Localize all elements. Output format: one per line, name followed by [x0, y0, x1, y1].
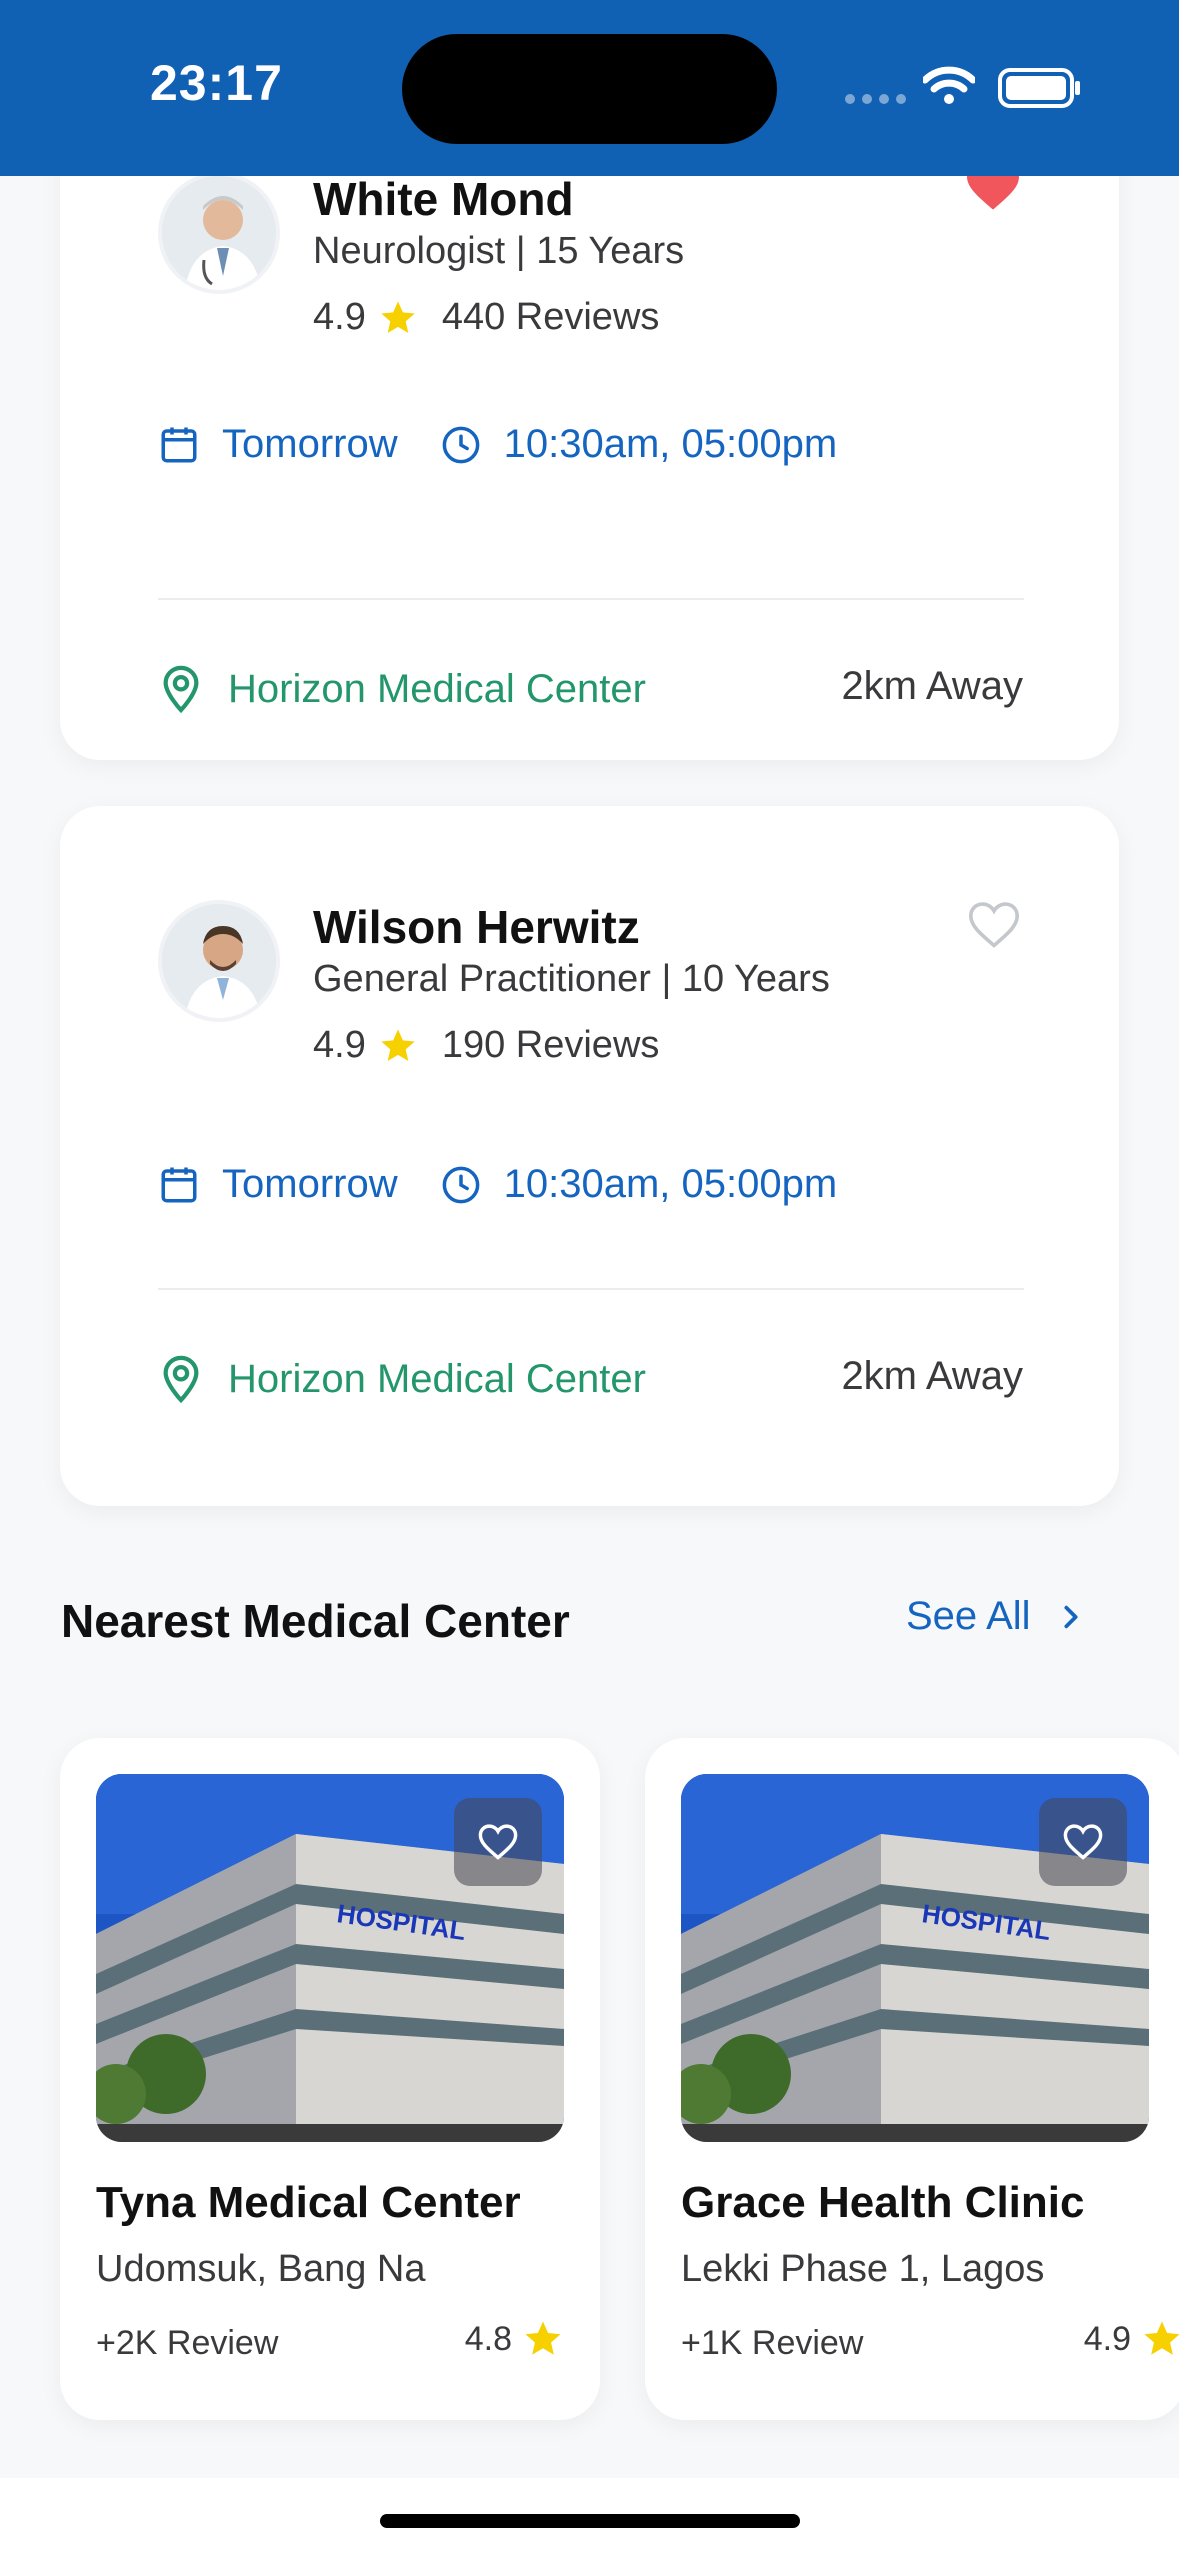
favorite-button[interactable] [1039, 1798, 1127, 1886]
medical-center-address: Udomsuk, Bang Na [96, 2248, 426, 2290]
schedule-day: Tomorrow [222, 422, 398, 466]
location-pin-icon [163, 1355, 199, 1404]
schedule-times: 10:30am, 05:00pm [503, 1162, 838, 1206]
doctor-card[interactable]: White Mond Neurologist | 15 Years 4.9 44… [60, 116, 1119, 760]
medical-center-rating: 4.9 [1084, 2318, 1179, 2360]
doctor-avatar [158, 172, 280, 294]
clock-icon [442, 426, 479, 463]
distance-label: 2km Away [841, 664, 1023, 708]
card-divider [158, 598, 1024, 600]
schedule-row: Tomorrow 10:30am, 05:00pm [158, 1162, 837, 1207]
review-count: 190 Reviews [441, 1024, 660, 1066]
cellular-signal-icon [845, 94, 906, 104]
location-name: Horizon Medical Center [228, 666, 646, 711]
medical-center-card[interactable]: HOSPITAL Grace Health Clinic Lekki Phase… [645, 1738, 1179, 2420]
location-pin-icon [163, 665, 199, 714]
heart-outline-icon[interactable] [965, 900, 1023, 950]
location-row: Horizon Medical Center [158, 664, 646, 714]
doctor-rating: 4.9 440 Reviews [313, 296, 659, 339]
star-icon [525, 2321, 561, 2355]
home-indicator[interactable] [380, 2514, 800, 2528]
medical-center-name: Tyna Medical Center [96, 2178, 521, 2227]
section-title: Nearest Medical Center [61, 1595, 570, 1647]
schedule-day: Tomorrow [222, 1162, 398, 1206]
medical-center-reviews: +2K Review [96, 2324, 279, 2362]
favorite-button[interactable] [454, 1798, 542, 1886]
distance-label: 2km Away [841, 1354, 1023, 1398]
medical-center-image: HOSPITAL [681, 1774, 1149, 2142]
location-name: Horizon Medical Center [228, 1356, 646, 1401]
medical-center-image: HOSPITAL [96, 1774, 564, 2142]
medical-center-card[interactable]: HOSPITAL Tyna Medical Center Udomsuk, Ba… [60, 1738, 600, 2420]
medical-center-reviews: +1K Review [681, 2324, 864, 2362]
card-divider [158, 1288, 1024, 1290]
calendar-icon [161, 1167, 197, 1202]
rating-value: 4.9 [313, 1024, 366, 1066]
doctor-rating: 4.9 190 Reviews [313, 1024, 659, 1067]
chevron-right-icon [1063, 1605, 1078, 1628]
doctor-specialty: Neurologist | 15 Years [313, 230, 685, 272]
doctor-name: White Mond [313, 173, 574, 225]
status-bar: 23:17 [0, 0, 1179, 176]
wifi-icon [923, 66, 975, 104]
rating-value: 4.9 [313, 296, 366, 338]
doctor-specialty: General Practitioner | 10 Years [313, 958, 830, 1000]
scroll-content[interactable]: White Mond Neurologist | 15 Years 4.9 44… [0, 116, 1179, 2556]
medical-center-rating: 4.8 [465, 2318, 564, 2360]
medical-center-name: Grace Health Clinic [681, 2178, 1085, 2227]
doctor-name: Wilson Herwitz [313, 901, 640, 953]
medical-center-address: Lekki Phase 1, Lagos [681, 2248, 1045, 2290]
heart-outline-icon [1063, 1824, 1103, 1860]
rating-value: 4.9 [1083, 2319, 1131, 2358]
schedule-row: Tomorrow 10:30am, 05:00pm [158, 422, 837, 467]
see-all-label: See All [906, 1594, 1031, 1638]
review-count: 440 Reviews [441, 296, 660, 338]
see-all-link[interactable]: See All [906, 1594, 1081, 1639]
location-row: Horizon Medical Center [158, 1354, 646, 1404]
status-time: 23:17 [150, 55, 283, 111]
doctor-avatar [158, 900, 280, 1022]
clock-icon [442, 1166, 479, 1203]
calendar-icon [161, 427, 197, 462]
battery-icon [998, 68, 1080, 108]
schedule-times: 10:30am, 05:00pm [503, 422, 838, 466]
dynamic-island [402, 34, 777, 144]
doctor-card[interactable]: Wilson Herwitz General Practitioner | 10… [60, 806, 1119, 1506]
star-icon [1144, 2321, 1179, 2355]
star-icon [381, 300, 415, 333]
heart-outline-icon [478, 1824, 518, 1860]
star-icon [381, 1028, 415, 1061]
rating-value: 4.8 [464, 2319, 512, 2358]
